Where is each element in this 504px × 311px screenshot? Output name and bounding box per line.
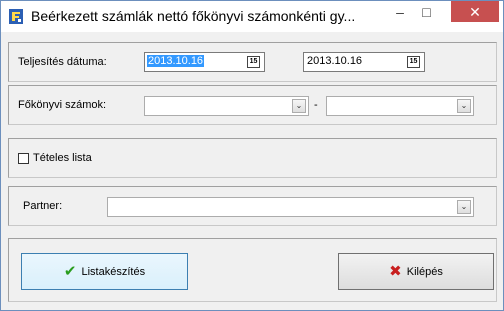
app-icon: [9, 9, 23, 24]
close-button[interactable]: ✕: [451, 1, 499, 22]
chevron-down-icon[interactable]: ⌄: [457, 200, 471, 214]
date-from-value: 2013.10.16: [147, 55, 205, 67]
date-to-field[interactable]: 2013.10.16 15: [303, 52, 425, 72]
actions-panel: ✔ Listakészítés ✖ Kilépés: [8, 238, 497, 302]
itemized-list-checkbox[interactable]: [18, 153, 29, 164]
partner-dropdown[interactable]: ⌄: [107, 197, 474, 217]
exit-label: Kilépés: [406, 265, 443, 278]
dialog-window: Beérkezett számlák nettó főkönyvi számon…: [0, 0, 504, 311]
performance-date-label: Teljesítés dátuma:: [18, 56, 107, 68]
itemized-list-label[interactable]: Tételes lista: [33, 152, 92, 164]
ledger-to-dropdown[interactable]: ⌄: [326, 96, 474, 116]
date-to-value: 2013.10.16: [307, 55, 363, 67]
checkmark-icon: ✔: [63, 263, 77, 280]
generate-list-label: Listakészítés: [81, 265, 146, 278]
ledger-accounts-panel: Főkönyvi számok: ⌄ - ⌄: [8, 85, 497, 125]
itemized-list-panel: Tételes lista: [8, 138, 497, 178]
close-icon: ✕: [469, 3, 481, 20]
exit-button[interactable]: ✖ Kilépés: [338, 253, 494, 290]
minimize-icon: –: [396, 3, 404, 20]
partner-panel: Partner: ⌄: [8, 186, 497, 226]
ledger-from-dropdown[interactable]: ⌄: [144, 96, 309, 116]
range-separator: -: [314, 99, 318, 111]
title-bar[interactable]: Beérkezett számlák nettó főkönyvi számon…: [1, 1, 503, 32]
date-from-field[interactable]: 2013.10.16 15: [144, 52, 265, 72]
chevron-down-icon[interactable]: ⌄: [292, 99, 306, 113]
chevron-down-icon[interactable]: ⌄: [457, 99, 471, 113]
calendar-icon[interactable]: 15: [247, 56, 260, 68]
dialog-body: Teljesítés dátuma: 2013.10.16 15 2013.10…: [8, 32, 497, 304]
calendar-icon[interactable]: 15: [407, 56, 420, 68]
generate-list-button[interactable]: ✔ Listakészítés: [21, 253, 188, 290]
window-title: Beérkezett számlák nettó főkönyvi számon…: [31, 8, 356, 24]
partner-label: Partner:: [23, 200, 63, 212]
maximize-icon: □: [422, 3, 431, 20]
minimize-button[interactable]: –: [387, 1, 413, 22]
close-x-icon: ✖: [389, 263, 402, 280]
performance-date-panel: Teljesítés dátuma: 2013.10.16 15 2013.10…: [8, 42, 497, 82]
maximize-button[interactable]: □: [413, 1, 440, 22]
ledger-accounts-label: Főkönyvi számok:: [18, 99, 107, 111]
